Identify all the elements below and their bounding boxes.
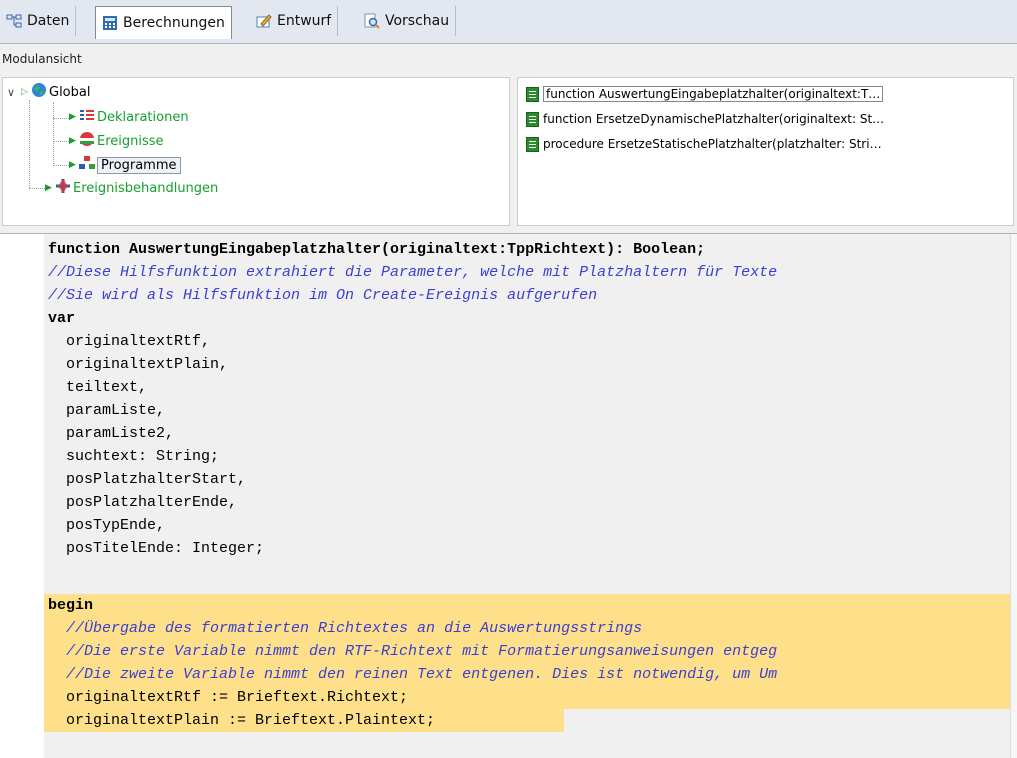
code-line: var [48, 310, 76, 327]
code-line: //Die erste Variable nimmt den RTF-Richt… [48, 643, 778, 660]
tab-entwurf[interactable]: Entwurf [250, 6, 339, 36]
tab-berechnungen[interactable]: Berechnungen [95, 6, 232, 39]
code-line: originaltextPlain := Brieftext.Plaintext… [48, 712, 436, 729]
tab-daten-label: Daten [27, 13, 70, 29]
module-tree[interactable]: ∨ ▷ Global ▶ Deklarationen ▶ Ereignisse … [2, 77, 510, 226]
events-icon [79, 131, 97, 151]
function-list-item-label: function AuswertungEingabeplatzhalter(or… [543, 86, 884, 102]
tree-item-programme-label: Programme [97, 156, 181, 174]
tree-item-global[interactable]: ∨ ▷ Global [7, 82, 90, 102]
function-list-item-label: procedure ErsetzeStatischePlatzhalter(pl… [543, 137, 882, 151]
function-doc-icon [526, 86, 539, 102]
function-doc-icon [526, 111, 539, 127]
function-doc-icon [526, 136, 539, 152]
code-line: //Übergabe des formatierten Richtextes a… [48, 620, 643, 637]
expand-arrow-icon: ▷ [21, 87, 28, 97]
tab-strip: Daten Berechnungen Entwurf Vorschau [0, 0, 1017, 44]
globe-icon [31, 82, 49, 102]
tab-vorschau[interactable]: Vorschau [358, 6, 457, 36]
code-line: begin [48, 597, 94, 614]
tree-item-ereignisbehandlungen-label: Ereignisbehandlungen [73, 180, 219, 196]
code-line: function AuswertungEingabeplatzhalter(or… [48, 241, 706, 258]
tree-item-deklarationen[interactable]: ▶ Deklarationen [69, 107, 189, 127]
function-list-item[interactable]: function ErsetzeDynamischePlatzhalter(or… [526, 109, 884, 129]
tree-item-global-label: Global [49, 84, 91, 100]
event-handlers-icon [55, 178, 73, 198]
tree-item-programme[interactable]: ▶ Programme [69, 155, 181, 175]
declarations-icon [79, 109, 97, 125]
code-line: paramListe2, [48, 425, 175, 442]
function-list-item[interactable]: function AuswertungEingabeplatzhalter(or… [526, 84, 884, 104]
tab-vorschau-label: Vorschau [385, 13, 450, 29]
code-line: originaltextRtf := Brieftext.Richtext; [48, 689, 409, 706]
tab-berechnungen-label: Berechnungen [123, 15, 225, 31]
code-line: posPlatzhalterStart, [48, 471, 247, 488]
code-line: //Sie wird als Hilfsfunktion im On Creat… [48, 287, 598, 304]
code-line: suchtext: String; [48, 448, 220, 465]
code-line: originaltextPlain, [48, 356, 229, 373]
code-line: //Die zweite Variable nimmt den reinen T… [48, 666, 778, 683]
play-arrow-icon: ▶ [69, 160, 76, 170]
code-line: posTypEnde, [48, 517, 166, 534]
tree-item-ereignisbehandlungen[interactable]: ▶ Ereignisbehandlungen [45, 178, 218, 198]
play-arrow-icon: ▶ [45, 183, 52, 193]
play-arrow-icon: ▶ [69, 136, 76, 146]
code-line: paramListe, [48, 402, 166, 419]
module-view-label: Modulansicht [2, 52, 82, 66]
tree-item-ereignisse[interactable]: ▶ Ereignisse [69, 131, 164, 151]
chevron-down-icon[interactable]: ∨ [7, 86, 21, 99]
vertical-scrollbar[interactable] [1010, 234, 1017, 758]
code-line: posPlatzhalterEnde, [48, 494, 238, 511]
play-arrow-icon: ▶ [69, 112, 76, 122]
data-tree-icon [6, 13, 22, 29]
code-line: originaltextRtf, [48, 333, 211, 350]
tree-item-ereignisse-label: Ereignisse [97, 133, 164, 149]
tab-entwurf-label: Entwurf [277, 13, 332, 29]
design-pencil-icon [256, 13, 272, 29]
code-line: //Diese Hilfsfunktion extrahiert die Par… [48, 264, 778, 281]
code-line: teiltext, [48, 379, 148, 396]
tree-item-deklarationen-label: Deklarationen [97, 109, 189, 125]
function-list[interactable]: function AuswertungEingabeplatzhalter(or… [517, 77, 1014, 226]
code-editor[interactable]: function AuswertungEingabeplatzhalter(or… [0, 233, 1017, 758]
programs-icon [79, 156, 97, 174]
editor-gutter [0, 234, 44, 758]
calculator-icon [102, 15, 118, 31]
function-list-item-label: function ErsetzeDynamischePlatzhalter(or… [543, 112, 885, 126]
tab-daten[interactable]: Daten [0, 6, 77, 36]
function-list-item[interactable]: procedure ErsetzeStatischePlatzhalter(pl… [526, 134, 882, 154]
preview-magnifier-icon [364, 13, 380, 29]
code-line: posTitelEnde: Integer; [48, 540, 265, 557]
